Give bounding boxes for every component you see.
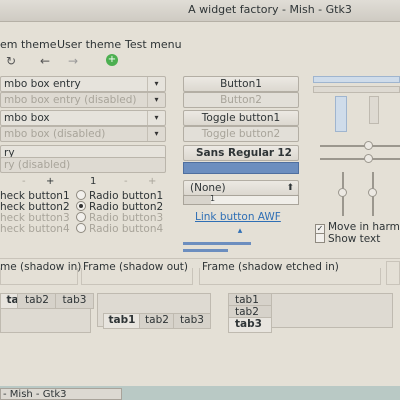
button-2: Button2 [183,92,299,108]
volume-icon[interactable]: ▴ [235,226,245,236]
text-entry-disabled: ry (disabled) [0,157,166,173]
progress-bar [183,242,251,245]
spin-plus[interactable]: + [46,176,54,187]
button-1[interactable]: Button1 [183,76,299,92]
notebook-left: tab1 tab2 tab3 [228,293,393,333]
combo-box-entry[interactable]: mbo box entry ▾ [0,76,166,92]
notebook-top: tab1 tab2 tab3 [0,293,94,333]
spin-value: 1 [90,176,97,187]
taskbar-window-button[interactable]: - Mish - Gtk3 [0,388,122,400]
color-button[interactable] [183,162,299,174]
font-size: 12 [277,147,292,159]
radio-selected-icon [76,201,86,211]
frame-box-2 [81,268,193,285]
combo-box-entry-disabled: mbo box entry (disabled) ▾ [0,92,166,108]
chevron-down-icon[interactable]: ▾ [147,77,165,91]
combo-box-text: mbo box [4,112,50,124]
text-entry-disabled-value: ry (disabled) [4,159,71,171]
toolbar: ↻ ← → + [0,54,400,70]
radio-icon [76,212,86,222]
toggle-button-2: Toggle button2 [183,126,299,142]
combo-box-entry-disabled-text: mbo box entry (disabled) [4,94,137,106]
upload-icon: ⬆ [286,183,294,193]
spin-minus[interactable]: - [22,176,26,187]
show-label: Show text [328,233,381,245]
frame-box-3 [199,268,381,285]
checkbox-icon [315,233,325,243]
spin-button[interactable]: 1 - + [86,176,166,188]
link-button[interactable]: Link button AWF [195,211,295,223]
file-chooser-value: (None) [190,182,226,194]
radio-icon [76,190,86,200]
forward-icon[interactable]: → [68,54,78,68]
radio-label: Radio button4 [89,223,164,235]
slider-h-2[interactable] [320,158,400,160]
toggle-button-1[interactable]: Toggle button1 [183,110,299,126]
tab-2[interactable]: tab2 [17,293,57,309]
spin-minus[interactable]: - [124,176,128,187]
tab-2[interactable]: tab2 [139,313,175,329]
scale-fill [184,196,211,204]
scale-slider[interactable]: 1 [183,194,299,205]
spin-plus[interactable]: + [148,176,156,187]
font-button[interactable]: Sans Regular 12 [183,145,299,161]
combo-box[interactable]: mbo box ▾ [0,110,166,126]
frame-divider [0,258,400,259]
spin-button-left[interactable]: - + [0,176,60,188]
scroll-h[interactable] [313,76,400,83]
scale-mark: 1 [210,194,216,203]
menu-item-test-menu[interactable]: Test menu [125,38,182,51]
menu-item-user-theme[interactable]: User theme [57,38,121,51]
tab-3[interactable]: tab3 [228,317,272,333]
radio-button-4: Radio button4 [76,223,163,236]
back-icon[interactable]: ← [40,54,50,68]
tab-3[interactable]: tab3 [55,293,94,309]
add-icon[interactable]: + [106,54,118,66]
combo-box-disabled-text: mbo box (disabled) [4,128,106,140]
radio-icon [76,223,86,233]
tab-3[interactable]: tab3 [173,313,211,329]
move-label: Move in harm [328,221,400,233]
frame-box-1 [0,268,78,285]
font-name: Sans Regular [196,147,275,159]
slider-v-2-handle[interactable] [368,188,377,197]
check-button-4: heck button4 [0,223,70,235]
redo-icon[interactable]: ↻ [6,54,16,68]
combo-box-disabled: mbo box (disabled) ▾ [0,126,166,142]
slider-h-1[interactable] [320,145,400,147]
frame-box-4 [386,261,400,285]
combo-box-entry-text: mbo box entry [4,78,81,90]
scroll-v[interactable] [335,96,347,132]
chevron-down-icon[interactable]: ▾ [147,111,165,125]
file-chooser-combo[interactable]: (None) ⬆ [183,180,299,196]
scroll-v-2[interactable] [369,96,379,124]
slider-v-1-handle[interactable] [338,188,347,197]
scroll-h-2[interactable] [313,86,400,93]
chevron-down-icon: ▾ [147,93,165,107]
show-text-check[interactable]: Show text [315,233,380,246]
slider-h-1-handle[interactable] [364,141,373,150]
notebook-bottom: tab1 tab2 tab3 [97,293,211,329]
tab-1[interactable]: tab1 [103,313,141,329]
menu-item-theme[interactable]: em theme [0,38,57,51]
chevron-down-icon: ▾ [147,127,165,141]
progress-bar-2 [183,249,228,252]
slider-h-2-handle[interactable] [364,154,373,163]
window-title: A widget factory - Mish - Gtk3 [188,3,352,16]
